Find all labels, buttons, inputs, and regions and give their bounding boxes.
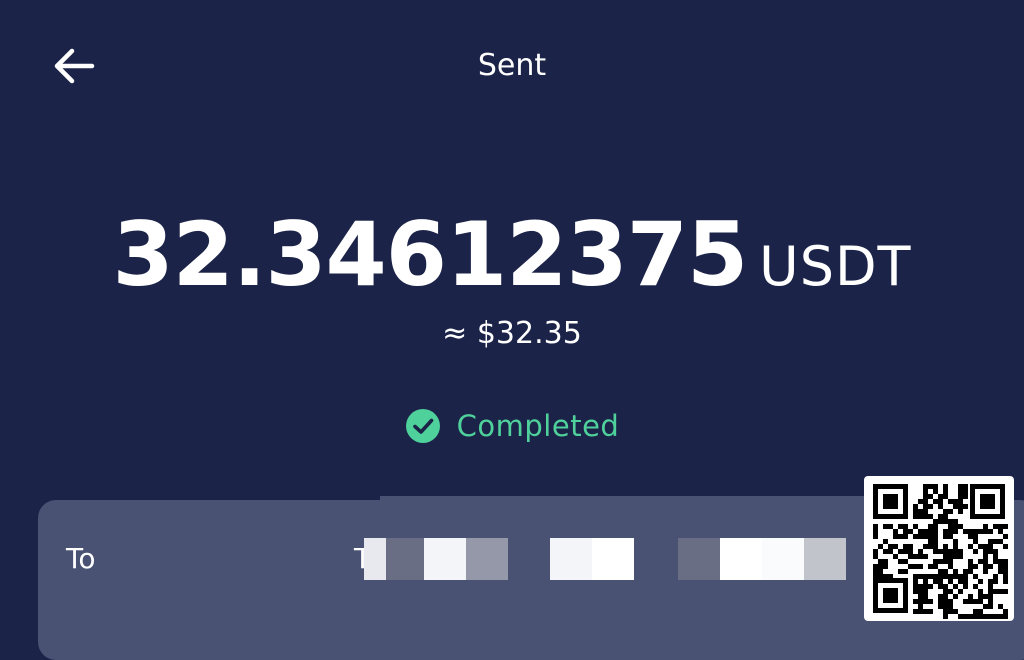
qr-code <box>864 476 1014 621</box>
to-label: To <box>66 542 96 575</box>
status-label: Completed <box>456 409 620 443</box>
page-title: Sent <box>477 48 547 83</box>
amount-unit: USDT <box>759 235 912 298</box>
amount-value: 32.34612375 <box>112 203 748 306</box>
header: Sent <box>0 0 1024 132</box>
status-badge: Completed <box>0 408 1024 444</box>
amount-display: 32.34612375 USDT <box>0 200 1024 310</box>
check-circle-icon <box>405 409 440 443</box>
fiat-equivalent: ≈ $32.35 <box>442 316 582 351</box>
